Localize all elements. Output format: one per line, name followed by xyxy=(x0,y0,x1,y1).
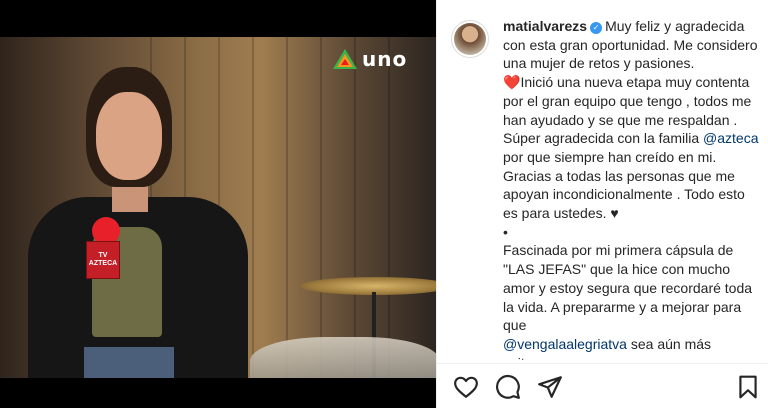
caption-bullet: • xyxy=(503,223,508,240)
microphone-flag: TV AZTECA xyxy=(86,241,120,279)
avatar[interactable] xyxy=(451,20,489,58)
microphone: TV AZTECA xyxy=(86,217,120,291)
action-bar xyxy=(437,363,768,408)
channel-logo: uno xyxy=(332,47,407,71)
caption-paragraph-5: Fascinada por mi primera cápsula de "LAS… xyxy=(503,242,753,334)
verified-badge-icon: ✓ xyxy=(590,22,603,34)
azteca-logo-icon xyxy=(333,49,357,69)
username-link[interactable]: matialvarezs xyxy=(503,18,587,34)
post-media[interactable]: TV AZTECA uno xyxy=(0,0,436,408)
presenter-jeans xyxy=(84,347,174,378)
share-icon xyxy=(538,376,562,398)
comment-button[interactable] xyxy=(495,374,521,400)
heart-icon xyxy=(454,376,478,398)
share-button[interactable] xyxy=(537,374,563,400)
like-button[interactable] xyxy=(453,374,479,400)
caption-paragraph-3-end: por que siempre han creído en mi. xyxy=(503,148,717,165)
save-button[interactable] xyxy=(735,374,761,400)
post-sidebar: matialvarezs ✓ Muy feliz y agradecida con … xyxy=(436,0,768,408)
caption-text: matialvarezs ✓ Muy feliz y agradecida con … xyxy=(503,17,759,360)
drum-kit xyxy=(250,337,436,378)
caption-paragraph-4: Gracias a todas las personas que me apoy… xyxy=(503,167,745,222)
caption-paragraph-2: Inició una nueva etapa muy contenta por … xyxy=(503,74,752,128)
comment-icon xyxy=(496,374,520,399)
presenter-face xyxy=(96,92,162,180)
mention-vengalaalegriatva[interactable]: @vengalaalegriatva xyxy=(503,336,627,352)
caption-area[interactable]: matialvarezs ✓ Muy feliz y agradecida con … xyxy=(437,0,768,360)
bookmark-icon xyxy=(739,375,757,399)
microphone-flag-text: TV AZTECA xyxy=(88,252,118,267)
caption-paragraph-3: Súper agradecida con la familia xyxy=(503,130,700,147)
avatar-image[interactable] xyxy=(454,23,486,55)
mention-azteca[interactable]: @azteca xyxy=(703,130,758,146)
channel-logo-text: uno xyxy=(362,47,408,71)
video-frame[interactable]: TV AZTECA xyxy=(0,37,436,378)
red-heart-icon: ❤️ xyxy=(503,74,521,91)
caption-row: matialvarezs ✓ Muy feliz y agradecida con … xyxy=(451,17,759,360)
